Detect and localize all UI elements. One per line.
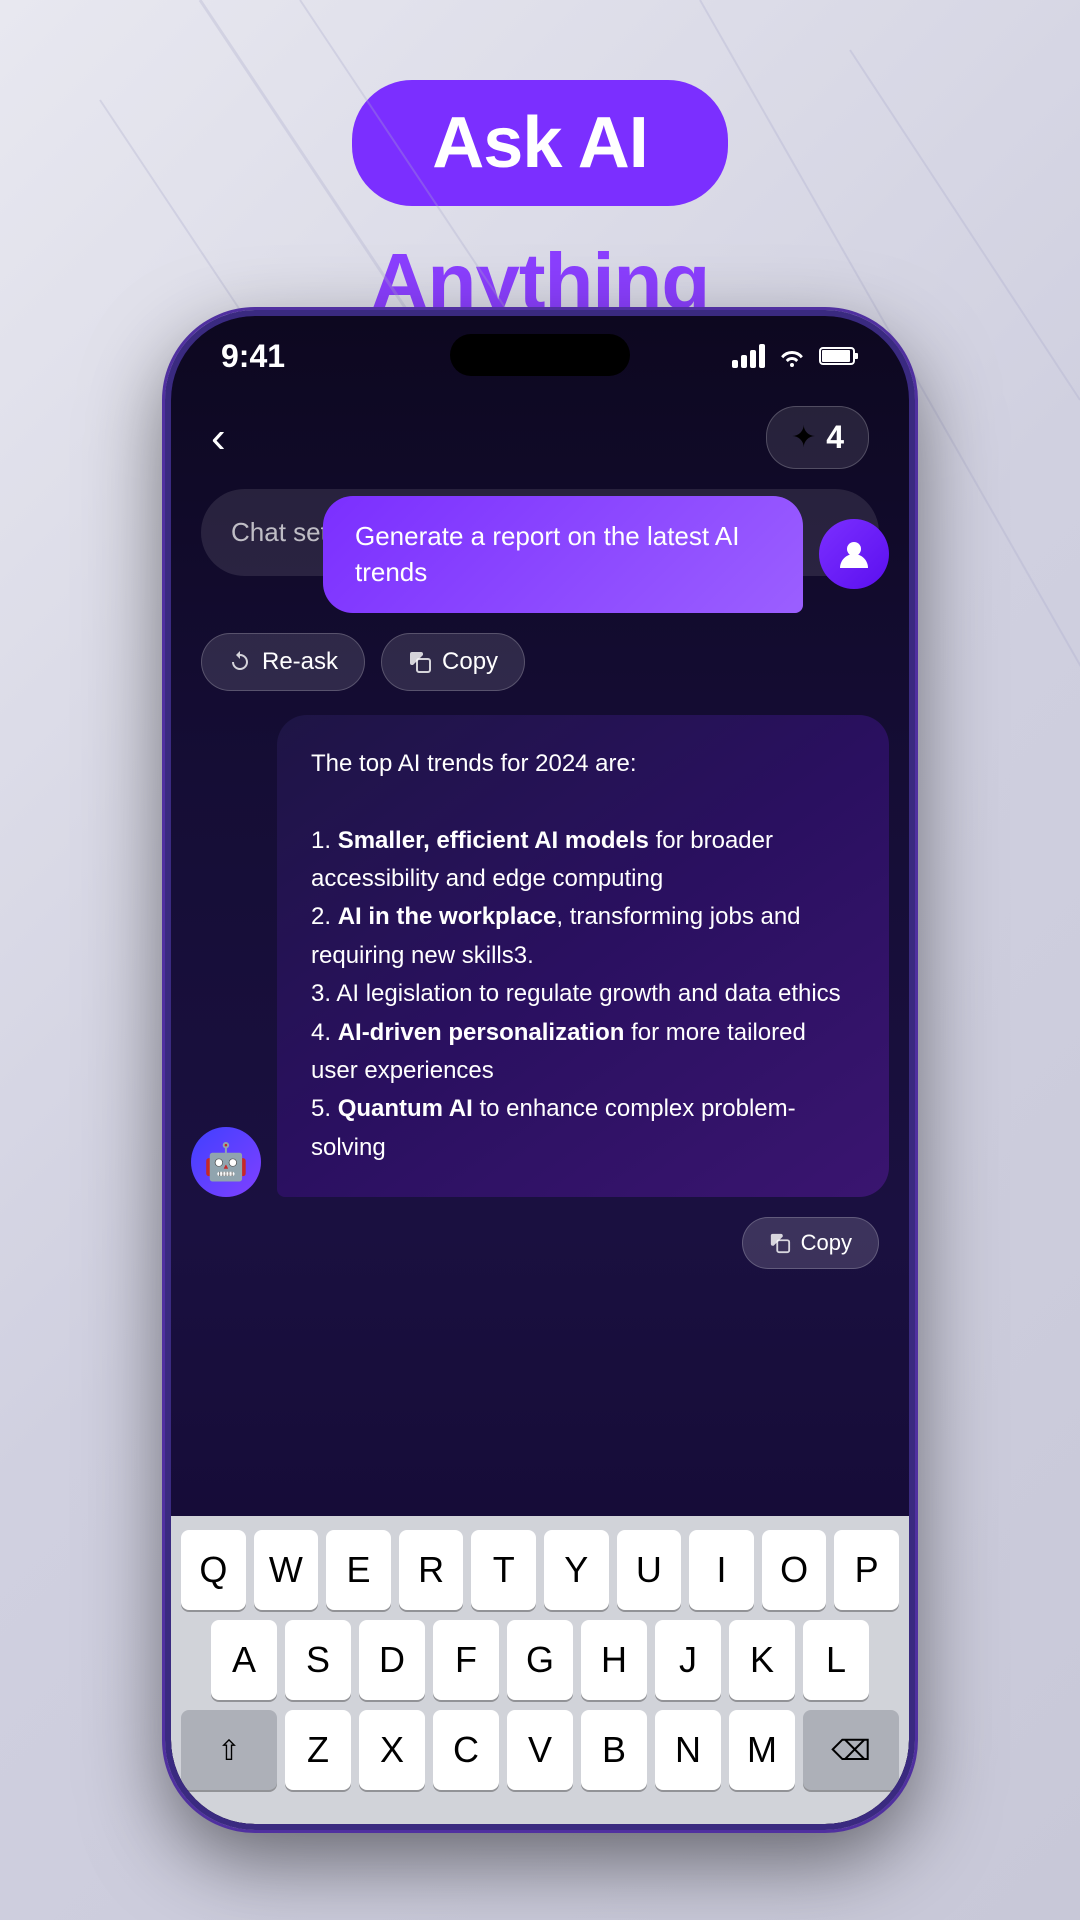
key-i[interactable]: I bbox=[689, 1530, 754, 1610]
copy-top-icon bbox=[408, 650, 432, 674]
key-f[interactable]: F bbox=[433, 1620, 499, 1700]
ai-intro: The top AI trends for 2024 are: bbox=[311, 750, 637, 777]
ai-avatar-emoji: 🤖 bbox=[204, 1141, 249, 1183]
key-w[interactable]: W bbox=[254, 1530, 319, 1610]
phone-screen: 9:41 bbox=[171, 316, 909, 1824]
keyboard-row-1: Q W E R T Y U I O P bbox=[181, 1530, 899, 1610]
key-q[interactable]: Q bbox=[181, 1530, 246, 1610]
status-time: 9:41 bbox=[221, 338, 285, 375]
key-b[interactable]: B bbox=[581, 1710, 647, 1790]
key-l[interactable]: L bbox=[803, 1620, 869, 1700]
key-k[interactable]: K bbox=[729, 1620, 795, 1700]
keyboard-row-3: ⇧ Z X C V B N M ⌫ bbox=[181, 1710, 899, 1790]
user-message-row: Generate a report on the latest AI trend… bbox=[191, 496, 889, 613]
ai-message-row: 🤖 The top AI trends for 2024 are: 1. Sma… bbox=[191, 715, 889, 1197]
key-x[interactable]: X bbox=[359, 1710, 425, 1790]
copy-top-button[interactable]: Copy bbox=[381, 633, 525, 691]
reask-icon bbox=[228, 650, 252, 674]
key-d[interactable]: D bbox=[359, 1620, 425, 1700]
key-s[interactable]: S bbox=[285, 1620, 351, 1700]
user-avatar-icon bbox=[836, 536, 872, 572]
key-z[interactable]: Z bbox=[285, 1710, 351, 1790]
phone-mockup: 9:41 bbox=[165, 310, 915, 1830]
keyboard: Q W E R T Y U I O P A S D F G bbox=[171, 1516, 909, 1824]
credits-count: 4 bbox=[826, 419, 844, 456]
credits-badge[interactable]: ✦ 4 bbox=[766, 406, 869, 469]
dynamic-island bbox=[450, 334, 630, 376]
key-n[interactable]: N bbox=[655, 1710, 721, 1790]
key-y[interactable]: Y bbox=[544, 1530, 609, 1610]
key-v[interactable]: V bbox=[507, 1710, 573, 1790]
chat-scroll-area: Generate a report on the latest AI trend… bbox=[171, 496, 909, 1584]
shift-key[interactable]: ⇧ bbox=[181, 1710, 277, 1790]
ai-message-text: The top AI trends for 2024 are: 1. Small… bbox=[311, 745, 855, 1167]
copy-bottom-area: Copy bbox=[191, 1217, 879, 1269]
delete-key[interactable]: ⌫ bbox=[803, 1710, 899, 1790]
phone-frame: 9:41 bbox=[165, 310, 915, 1830]
key-t[interactable]: T bbox=[471, 1530, 536, 1610]
ai-message-bubble: The top AI trends for 2024 are: 1. Small… bbox=[277, 715, 889, 1197]
user-avatar bbox=[819, 519, 889, 589]
keyboard-row-2: A S D F G H J K L bbox=[181, 1620, 899, 1700]
sparkle-icon: ✦ bbox=[791, 420, 816, 455]
key-p[interactable]: P bbox=[834, 1530, 899, 1610]
copy-bottom-button[interactable]: Copy bbox=[742, 1217, 879, 1269]
key-h[interactable]: H bbox=[581, 1620, 647, 1700]
user-message-text: Generate a report on the latest AI trend… bbox=[355, 521, 739, 587]
reask-label: Re-ask bbox=[262, 648, 338, 676]
copy-bottom-icon bbox=[769, 1232, 791, 1254]
app-header: ‹ ✦ 4 bbox=[171, 386, 909, 489]
copy-top-label: Copy bbox=[442, 648, 498, 676]
key-c[interactable]: C bbox=[433, 1710, 499, 1790]
key-r[interactable]: R bbox=[399, 1530, 464, 1610]
action-buttons: Re-ask Copy bbox=[191, 633, 889, 691]
ask-ai-text: Ask AI bbox=[432, 103, 647, 183]
copy-bottom-label: Copy bbox=[801, 1230, 852, 1256]
ask-ai-badge: Ask AI bbox=[352, 80, 727, 206]
key-g[interactable]: G bbox=[507, 1620, 573, 1700]
key-o[interactable]: O bbox=[762, 1530, 827, 1610]
ai-avatar: 🤖 bbox=[191, 1127, 261, 1197]
back-button[interactable]: ‹ bbox=[211, 416, 226, 460]
key-e[interactable]: E bbox=[326, 1530, 391, 1610]
status-icons bbox=[732, 344, 859, 368]
battery-icon bbox=[819, 345, 859, 367]
key-m[interactable]: M bbox=[729, 1710, 795, 1790]
user-message-bubble: Generate a report on the latest AI trend… bbox=[323, 496, 803, 613]
key-u[interactable]: U bbox=[617, 1530, 682, 1610]
reask-button[interactable]: Re-ask bbox=[201, 633, 365, 691]
key-j[interactable]: J bbox=[655, 1620, 721, 1700]
wifi-icon bbox=[777, 345, 807, 367]
key-a[interactable]: A bbox=[211, 1620, 277, 1700]
signal-icon bbox=[732, 344, 765, 368]
